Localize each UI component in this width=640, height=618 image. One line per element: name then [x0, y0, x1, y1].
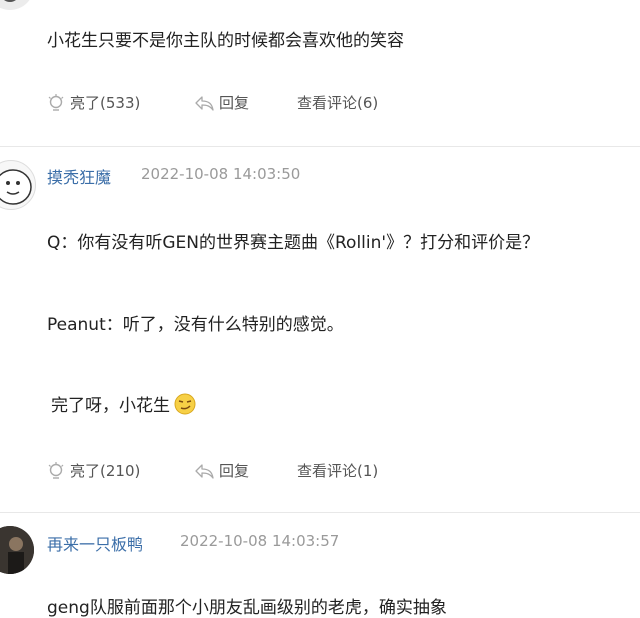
reply-label: 回复	[219, 462, 250, 480]
comment-body-line: Q：你有没有听GEN的世界赛主题曲《Rollin'》？打分和评价是？	[47, 233, 540, 253]
timestamp: 2022-10-08 14:03:57	[180, 532, 340, 550]
comment-body-line: 完了呀，小花生	[51, 391, 196, 420]
reply-icon	[195, 95, 214, 111]
reply-button[interactable]: 回复	[194, 92, 249, 113]
username[interactable]: 再来一只板鸭	[47, 531, 143, 555]
view-replies-label: 查看评论(1)	[297, 462, 379, 480]
like-icon	[48, 461, 64, 479]
username[interactable]: 摸秃狂魔	[47, 164, 111, 188]
comment-item: 小花生只要不是你主队的时候都会喜欢他的笑容 亮了(533) 回复 查看评论(6)	[0, 0, 640, 146]
like-count: 亮了(210)	[70, 462, 141, 480]
like-count: 亮了(533)	[70, 94, 141, 112]
reply-label: 回复	[219, 94, 250, 112]
reply-icon	[195, 463, 214, 479]
comment-body: geng队服前面那个小朋友乱画级别的老虎，确实抽象	[47, 598, 447, 618]
view-replies-link[interactable]: 查看评论(1)	[297, 460, 378, 481]
timestamp: 2022-10-08 14:03:50	[141, 165, 301, 183]
like-button[interactable]: 亮了(533)	[47, 92, 140, 113]
comment-item: 摸秃狂魔 2022-10-08 14:03:50 Q：你有没有听GEN的世界赛主…	[0, 147, 640, 512]
comment-body: 小花生只要不是你主队的时候都会喜欢他的笑容	[47, 31, 404, 51]
smirk-emoji-icon	[174, 393, 196, 420]
view-replies-link[interactable]: 查看评论(6)	[297, 92, 378, 113]
comment-body-line: Peanut：听了，没有什么特别的感觉。	[47, 315, 344, 335]
like-button[interactable]: 亮了(210)	[47, 460, 140, 481]
comment-item: 再来一只板鸭 2022-10-08 14:03:57 geng队服前面那个小朋友…	[0, 513, 640, 618]
like-icon	[48, 93, 64, 111]
reply-button[interactable]: 回复	[194, 460, 249, 481]
comment-text: 完了呀，小花生	[51, 396, 170, 416]
view-replies-label: 查看评论(6)	[297, 94, 379, 112]
